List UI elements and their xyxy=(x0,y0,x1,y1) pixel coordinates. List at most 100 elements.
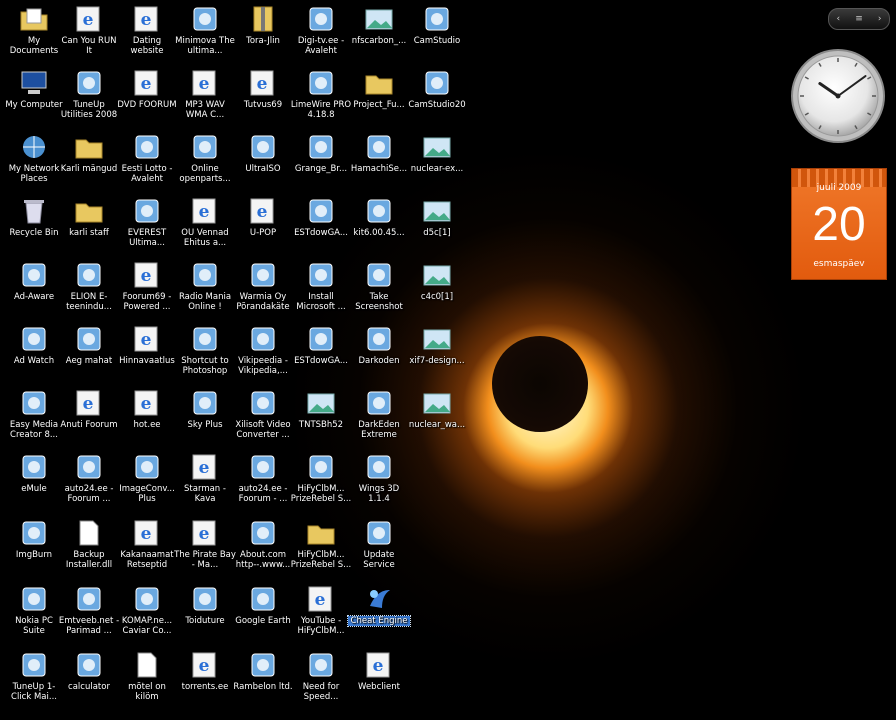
desktop-icon-backup-installer-dll[interactable]: Backup Installer.dll xyxy=(57,516,121,578)
svg-text:e: e xyxy=(199,202,210,222)
desktop-icon-shortcut-to-photoshop[interactable]: Shortcut to Photoshop xyxy=(173,322,237,384)
clock-gadget[interactable] xyxy=(790,44,886,150)
desktop-icon-komap-ne-caviar-co[interactable]: KOMAP.ne... Caviar Co... xyxy=(115,582,179,644)
desktop-icon-foorum69-powered[interactable]: e Foorum69 - Powered ... xyxy=(115,258,179,320)
desktop-icon-u-pop[interactable]: e U-POP xyxy=(231,194,295,256)
desktop-icon-everest-ultima[interactable]: EVEREST Ultima... xyxy=(115,194,179,256)
desktop-icon-estdowga[interactable]: ESTdowGA... xyxy=(289,194,353,256)
desktop-icon-calculator[interactable]: calculator xyxy=(57,648,121,710)
desktop-icon-karli-m-ngud[interactable]: Karli mängud xyxy=(57,130,121,192)
desktop-icon-grange-br[interactable]: Grange_Br... xyxy=(289,130,353,192)
desktop-icon-mp3-wav-wma-c[interactable]: e MP3 WAV WMA C... xyxy=(173,66,237,128)
emt-icon xyxy=(74,584,104,614)
ie-shortcut-icon: e xyxy=(248,196,278,226)
desktop-icon-nfscarbon[interactable]: nfscarbon_... xyxy=(347,2,411,64)
media-creator-icon xyxy=(19,388,49,418)
desktop-icon-online-openparts[interactable]: Online openparts... xyxy=(173,130,237,192)
desktop-icon-digi-tv-ee-avaleht[interactable]: Digi-tv.ee - Avaleht xyxy=(289,2,353,64)
desktop-icon-emtveeb-net-parimad[interactable]: Emtveeb.net - Parimad ... xyxy=(57,582,121,644)
desktop-icon-imageconv-plus[interactable]: ImageConv... Plus xyxy=(115,450,179,512)
desktop-icon-d5c-1[interactable]: d5c[1] xyxy=(405,194,469,256)
desktop-icon-xilisoft-video-converter[interactable]: Xilisoft Video Converter ... xyxy=(231,386,295,448)
desktop-icon-label: Foorum69 - Powered ... xyxy=(122,292,172,312)
desktop-icon-cheat-engine[interactable]: Cheat Engine xyxy=(347,582,411,644)
ie-shortcut-icon: e xyxy=(132,518,162,548)
desktop-icon-tora-jlin[interactable]: Tora-Jlin xyxy=(231,2,295,64)
desktop-icon-about-com-http-www[interactable]: About.com http--.www... xyxy=(231,516,295,578)
desktop-icon-anuti-foorum[interactable]: e Anuti Foorum xyxy=(57,386,121,448)
desktop-icon-nuclear-wa[interactable]: nuclear_wa... xyxy=(405,386,469,448)
desktop-icon-can-you-run-it[interactable]: e Can You RUN It xyxy=(57,2,121,64)
desktop-icon-toiduture[interactable]: Toiduture xyxy=(173,582,237,644)
gadget-nav-bar[interactable]: ‹ ≡ › xyxy=(828,8,890,30)
desktop-icon-install-microsoft[interactable]: Install Microsoft ... xyxy=(289,258,353,320)
desktop-icon-label: Starman - Kava xyxy=(184,484,226,504)
desktop-icon-kakanaamat-retseptid[interactable]: e Kakanaamat Retseptid xyxy=(115,516,179,578)
desktop-icon-darkeden-extreme[interactable]: DarkEden Extreme xyxy=(347,386,411,448)
desktop-icon-webclient[interactable]: e Webclient xyxy=(347,648,411,710)
desktop-icon-nuclear-ex[interactable]: nuclear-ex... xyxy=(405,130,469,192)
desktop-icon-ultraiso[interactable]: UltraISO xyxy=(231,130,295,192)
desktop-icon-elion-e-teenindu[interactable]: ELION E-teenindu... xyxy=(57,258,121,320)
desktop-icon-darkoden[interactable]: Darkoden xyxy=(347,322,411,384)
desktop-icon-torrents-ee[interactable]: e torrents.ee xyxy=(173,648,237,710)
gadget-menu-button[interactable]: ≡ xyxy=(855,14,863,24)
gadget-prev-button[interactable]: ‹ xyxy=(837,14,841,24)
desktop-icon-hot-ee[interactable]: e hot.ee xyxy=(115,386,179,448)
desktop-icon-vikipeedia-vikipedia[interactable]: Vikipeedia - Vikipedia,... xyxy=(231,322,295,384)
desktop-icon-m-tel-on-kil-m[interactable]: mõtel on kilöm xyxy=(115,648,179,710)
desktop-icon-tntsbh52[interactable]: TNTSBh52 xyxy=(289,386,353,448)
desktop-icon-auto24-ee-foorum[interactable]: auto24.ee - Foorum ... xyxy=(57,450,121,512)
desktop-icon-karli-staff[interactable]: karli staff xyxy=(57,194,121,256)
desktop-icon-eesti-lotto-avaleht[interactable]: Eesti Lotto - Avaleht xyxy=(115,130,179,192)
desktop-icon-hifyclbm-prizerebel-s[interactable]: HiFyClbM... PrizeRebel S... xyxy=(289,516,353,578)
document-icon xyxy=(132,650,162,680)
desktop-icon-c4c0-1[interactable]: c4c0[1] xyxy=(405,258,469,320)
desktop-icon-kit6-00-45[interactable]: kit6.00.45... xyxy=(347,194,411,256)
desktop-icon-project-fu[interactable]: Project_Fu... xyxy=(347,66,411,128)
desktop-icon-xif7-design[interactable]: xif7-design... xyxy=(405,322,469,384)
ie-shortcut-icon: e xyxy=(74,388,104,418)
desktop-icon-rambelon-ltd[interactable]: Rambelon ltd. xyxy=(231,648,295,710)
desktop-icon-starman-kava[interactable]: e Starman - Kava xyxy=(173,450,237,512)
desktop-icon-dvd-foorum[interactable]: e DVD FOORUM xyxy=(115,66,179,128)
ie-shortcut-icon: e xyxy=(364,650,394,680)
desktop-icon-auto24-ee-foorum[interactable]: auto24.ee - Foorum - ... xyxy=(231,450,295,512)
gadget-next-button[interactable]: › xyxy=(878,14,882,24)
desktop-icon-label: Kakanaamat Retseptid xyxy=(120,550,174,570)
desktop-icon-o-vennad-ehitus-a[interactable]: e OÜ Vennad Ehitus a... xyxy=(173,194,237,256)
desktop-icon-hinnavaatlus[interactable]: e Hinnavaatlus xyxy=(115,322,179,384)
desktop-icon-camstudio[interactable]: CamStudio xyxy=(405,2,469,64)
desktop-icon-wings-3d-1-1-4[interactable]: Wings 3D 1.1.4 xyxy=(347,450,411,512)
desktop-icon-label: nfscarbon_... xyxy=(351,36,407,46)
ie-shortcut-icon: e xyxy=(190,68,220,98)
desktop-icon-tutvus69[interactable]: e Tutvus69 xyxy=(231,66,295,128)
desktop-icon-take-screenshot[interactable]: Take Screenshot xyxy=(347,258,411,320)
desktop-icon-youtube-hifyclbm[interactable]: e YouTube - HiFyClbM... xyxy=(289,582,353,644)
darkeden-icon xyxy=(364,388,394,418)
desktop-icon-label: Digi-tv.ee - Avaleht xyxy=(297,36,345,56)
calendar-gadget[interactable]: juuli 2009 20 esmaspäev xyxy=(791,168,887,280)
desktop-icon-need-for-speed[interactable]: Need for Speed... xyxy=(289,648,353,710)
desktop-icon-aeg-mahat[interactable]: Aeg mahat xyxy=(57,322,121,384)
limewire-icon xyxy=(306,68,336,98)
svg-text:e: e xyxy=(199,458,210,478)
desktop-icon-estdowga[interactable]: ESTdowGA... xyxy=(289,322,353,384)
desktop-icon-warmia-oy-p-randak-te[interactable]: Warmia Oy Põrandakäte xyxy=(231,258,295,320)
desktop-icon-camstudio20[interactable]: CamStudio20 xyxy=(405,66,469,128)
desktop-icon-hamachise[interactable]: HamachiSe... xyxy=(347,130,411,192)
folder-icon xyxy=(306,518,336,548)
desktop-icon-label: Dating website xyxy=(130,36,164,56)
desktop-icon-dating-website[interactable]: e Dating website xyxy=(115,2,179,64)
desktop-icon-radio-mania-online[interactable]: Radio Mania Online ! xyxy=(173,258,237,320)
desktop-icon-minimova-the-ultima[interactable]: Minimova The ultima... xyxy=(173,2,237,64)
desktop-icon-hifyclbm-prizerebel-s[interactable]: HiFyClbM... PrizeRebel S... xyxy=(289,450,353,512)
desktop-icon-limewire-pro-4-18-8[interactable]: LimeWire PRO 4.18.8 xyxy=(289,66,353,128)
folder-icon xyxy=(74,132,104,162)
komap-icon xyxy=(132,584,162,614)
desktop-icon-sky-plus[interactable]: Sky Plus xyxy=(173,386,237,448)
desktop-icon-the-pirate-bay-ma[interactable]: e The Pirate Bay - Ma... xyxy=(173,516,237,578)
desktop-icon-tuneup-utilities-2008[interactable]: TuneUp Utilities 2008 xyxy=(57,66,121,128)
desktop-icon-update-service[interactable]: Update Service xyxy=(347,516,411,578)
desktop-icon-google-earth[interactable]: Google Earth xyxy=(231,582,295,644)
